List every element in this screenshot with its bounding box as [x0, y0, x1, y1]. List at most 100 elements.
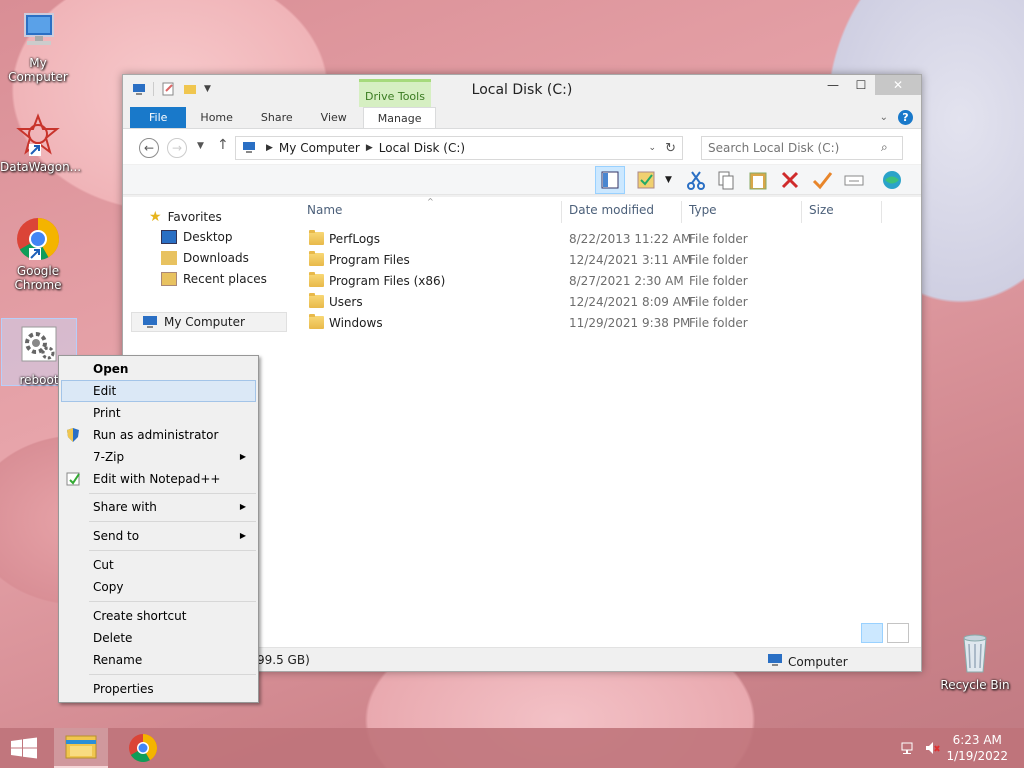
- folder-icon: [309, 314, 324, 329]
- uac-shield-icon: [65, 427, 81, 443]
- delete-icon[interactable]: [779, 169, 801, 191]
- nav-my-computer[interactable]: My Computer: [131, 312, 287, 332]
- copy-icon[interactable]: [715, 169, 737, 191]
- menu-item-print[interactable]: Print: [61, 402, 256, 424]
- menu-item-copy[interactable]: Copy: [61, 576, 256, 598]
- back-button[interactable]: ←: [139, 138, 159, 158]
- nav-recent-places[interactable]: Recent places: [161, 272, 267, 286]
- file-row[interactable]: Program Files (x86) 8/27/2021 2:30 AM Fi…: [295, 271, 921, 292]
- status-location: Computer: [788, 654, 848, 669]
- toolbar-dropdown-icon[interactable]: ▼: [665, 169, 687, 191]
- search-input[interactable]: [701, 136, 903, 160]
- file-list: ^ Name Date modified Type Size PerfLogs …: [295, 197, 921, 647]
- cut-icon[interactable]: [685, 169, 707, 191]
- file-row[interactable]: Windows 11/29/2021 9:38 PM File folder: [295, 313, 921, 334]
- recent-places-icon: [161, 272, 177, 286]
- column-header-size[interactable]: Size: [809, 203, 834, 223]
- menu-item-create-shortcut[interactable]: Create shortcut: [61, 605, 256, 627]
- menu-item-edit[interactable]: Edit: [61, 380, 256, 402]
- close-button[interactable]: ✕: [875, 75, 921, 95]
- start-button[interactable]: [0, 728, 48, 768]
- title-bar[interactable]: ▼ Drive Tools Local Disk (C:) — ☐ ✕: [123, 75, 921, 107]
- tab-share[interactable]: Share: [247, 107, 307, 128]
- submenu-arrow-icon: ▶: [239, 531, 246, 540]
- windows-logo-icon: [11, 737, 37, 759]
- tab-manage[interactable]: Manage: [362, 107, 437, 128]
- details-view-icon[interactable]: [861, 623, 883, 643]
- help-icon[interactable]: ?: [898, 110, 913, 125]
- expand-ribbon-icon[interactable]: ⌄: [880, 112, 888, 123]
- tab-file[interactable]: File: [130, 107, 187, 128]
- desktop-icon-recycle-bin[interactable]: Recycle Bin: [938, 630, 1012, 692]
- computer-icon: [142, 315, 158, 329]
- globe-icon[interactable]: [881, 169, 903, 191]
- volume-muted-icon[interactable]: [924, 740, 940, 756]
- breadcrumb-separator-icon[interactable]: ▶: [366, 143, 373, 153]
- computer-icon: [15, 8, 61, 54]
- maximize-button[interactable]: ☐: [847, 75, 875, 95]
- address-bar[interactable]: ▶ My Computer ▶ Local Disk (C:) ⌄ ↻: [235, 136, 683, 160]
- breadcrumb-my-computer[interactable]: My Computer: [279, 141, 360, 155]
- file-row[interactable]: Program Files 12/24/2021 3:11 AM File fo…: [295, 250, 921, 271]
- address-row: ← → ▼ ↑ ▶ My Computer ▶ Local Disk (C:) …: [123, 129, 921, 165]
- breadcrumb-separator-icon[interactable]: ▶: [266, 143, 273, 153]
- submenu-arrow-icon: ▶: [239, 502, 246, 511]
- breadcrumb-local-disk[interactable]: Local Disk (C:): [379, 141, 465, 155]
- nav-favorites[interactable]: ★ Favorites: [149, 209, 222, 225]
- desktop-icon-label: My Computer: [8, 56, 68, 84]
- submenu-arrow-icon: ▶: [239, 452, 246, 461]
- desktop-icon-datawagon[interactable]: DataWagon...: [0, 112, 82, 174]
- file-row[interactable]: Users 12/24/2021 8:09 AM File folder: [295, 292, 921, 313]
- column-header-type[interactable]: Type: [689, 203, 717, 223]
- notepadpp-icon: [65, 471, 81, 487]
- star-icon: ★: [149, 209, 162, 225]
- network-icon[interactable]: [900, 740, 916, 756]
- nav-desktop[interactable]: Desktop: [161, 230, 233, 244]
- menu-separator: [89, 493, 256, 494]
- folder-icon: [309, 230, 324, 245]
- checklist-icon[interactable]: [635, 169, 657, 191]
- preview-pane-icon[interactable]: [595, 166, 625, 194]
- rename-icon[interactable]: [843, 169, 865, 191]
- large-icons-view-icon[interactable]: [887, 623, 909, 643]
- menu-item-edit-with-notepadpp[interactable]: Edit with Notepad++: [61, 468, 256, 490]
- minimize-button[interactable]: —: [819, 75, 847, 95]
- menu-item-rename[interactable]: Rename: [61, 649, 256, 671]
- window-controls: — ☐ ✕: [819, 75, 921, 95]
- column-header-name[interactable]: Name: [307, 203, 342, 223]
- address-dropdown-icon[interactable]: ⌄: [648, 143, 656, 153]
- forward-button[interactable]: →: [167, 138, 187, 158]
- up-arrow-icon[interactable]: ↑: [217, 137, 229, 153]
- menu-item-cut[interactable]: Cut: [61, 554, 256, 576]
- menu-item-send-to[interactable]: Send to ▶: [61, 525, 256, 547]
- menu-separator: [89, 550, 256, 551]
- nav-downloads[interactable]: Downloads: [161, 251, 249, 265]
- status-free-space: 99.5 GB): [257, 653, 310, 667]
- checkmark-icon[interactable]: [811, 169, 833, 191]
- desktop-icon-my-computer[interactable]: My Computer: [0, 8, 76, 84]
- menu-item-properties[interactable]: Properties: [61, 678, 256, 700]
- command-toolbar: ▼: [123, 165, 921, 195]
- taskbar-file-explorer[interactable]: [54, 728, 108, 768]
- menu-item-7zip[interactable]: 7-Zip ▶: [61, 446, 256, 468]
- search-icon[interactable]: ⌕: [881, 140, 888, 155]
- taskbar-google-chrome[interactable]: [116, 728, 170, 768]
- menu-item-delete[interactable]: Delete: [61, 627, 256, 649]
- recycle-bin-icon: [952, 630, 998, 676]
- menu-item-run-as-administrator[interactable]: Run as administrator: [61, 424, 256, 446]
- desktop-icon: [161, 230, 177, 244]
- tab-home[interactable]: Home: [186, 107, 246, 128]
- refresh-icon[interactable]: ↻: [665, 141, 676, 156]
- column-header-date-modified[interactable]: Date modified: [569, 203, 654, 223]
- file-explorer-icon: [65, 735, 97, 759]
- desktop-icon-google-chrome[interactable]: Google Chrome: [0, 216, 76, 292]
- tab-view[interactable]: View: [307, 107, 361, 128]
- menu-item-share-with[interactable]: Share with ▶: [61, 496, 256, 518]
- system-clock[interactable]: 6:23 AM 1/19/2022: [946, 732, 1008, 764]
- desktop-icon-label: Google Chrome: [14, 264, 62, 292]
- file-row[interactable]: PerfLogs 8/22/2013 11:22 AM File folder: [295, 229, 921, 250]
- recent-locations-icon[interactable]: ▼: [197, 141, 204, 151]
- menu-item-open[interactable]: Open: [61, 358, 256, 380]
- paste-icon[interactable]: [747, 169, 769, 191]
- desktop-icon-label: DataWagon...: [0, 160, 82, 174]
